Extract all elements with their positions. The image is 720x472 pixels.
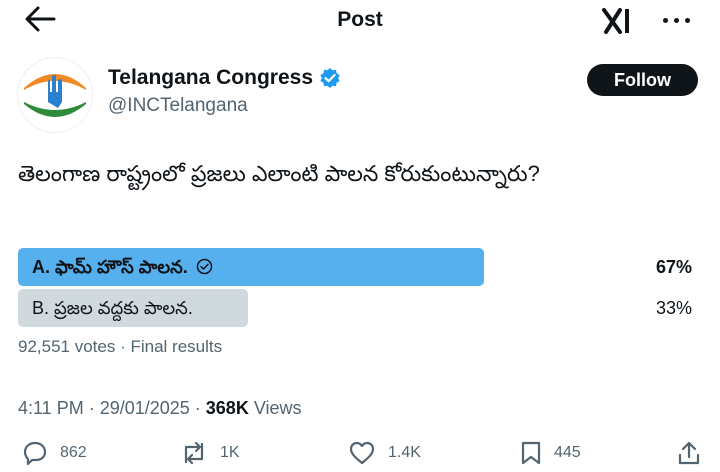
repost-button[interactable]: 1K <box>180 440 240 466</box>
author-display-name[interactable]: Telangana Congress <box>108 66 313 90</box>
poll-summary: 92,551 votes · Final results <box>18 337 223 356</box>
reply-count: 862 <box>60 444 87 461</box>
share-button[interactable] <box>676 440 702 466</box>
poll-option-percent: 67% <box>655 257 692 277</box>
like-icon <box>348 440 376 466</box>
verified-badge-icon <box>319 67 341 89</box>
post-text: తెలంగాణ రాష్ట్రంలో ప్రజలు ఎలాంటి పాలన కో… <box>18 161 540 186</box>
bookmark-count: 445 <box>554 444 581 461</box>
bookmark-icon <box>520 440 542 466</box>
follow-button[interactable]: Follow <box>587 64 698 96</box>
action-bar: 862 1K 1.4K 445 <box>0 436 720 472</box>
repost-count: 1K <box>220 444 240 461</box>
views-count: 368K <box>205 398 249 418</box>
post-timestamp[interactable]: 4:11 PM · 29/01/2025 · <box>18 398 206 418</box>
like-count: 1.4K <box>388 444 421 461</box>
post-meta: 4:11 PM · 29/01/2025 · 368K Views <box>18 398 302 419</box>
poll-option-a[interactable]: A. ఫామ్ హౌస్ పాలన. 67% <box>18 248 700 286</box>
top-bar: Post <box>0 0 720 40</box>
avatar[interactable] <box>18 58 92 132</box>
reply-icon <box>22 440 48 466</box>
like-button[interactable]: 1.4K <box>348 440 421 466</box>
poll-option-percent: 33% <box>655 298 692 318</box>
share-icon <box>676 440 702 466</box>
check-circle-icon <box>196 258 213 280</box>
author-handle[interactable]: @INCTelangana <box>108 95 248 117</box>
reply-button[interactable]: 862 <box>22 440 87 466</box>
x-logo-icon[interactable] <box>600 6 634 36</box>
repost-icon <box>180 440 208 466</box>
more-icon[interactable] <box>654 6 700 34</box>
poll-option-b[interactable]: B. ప్రజల వద్దకు పాలన. 33% <box>18 289 700 327</box>
poll-option-label: B. ప్రజల వద్దకు పాలన. <box>32 298 193 318</box>
views-label: Views <box>248 398 302 418</box>
author-name-row: Telangana Congress <box>108 66 341 90</box>
poll-option-label: A. ఫామ్ హౌస్ పాలన. <box>32 257 213 282</box>
bookmark-button[interactable]: 445 <box>520 440 581 466</box>
